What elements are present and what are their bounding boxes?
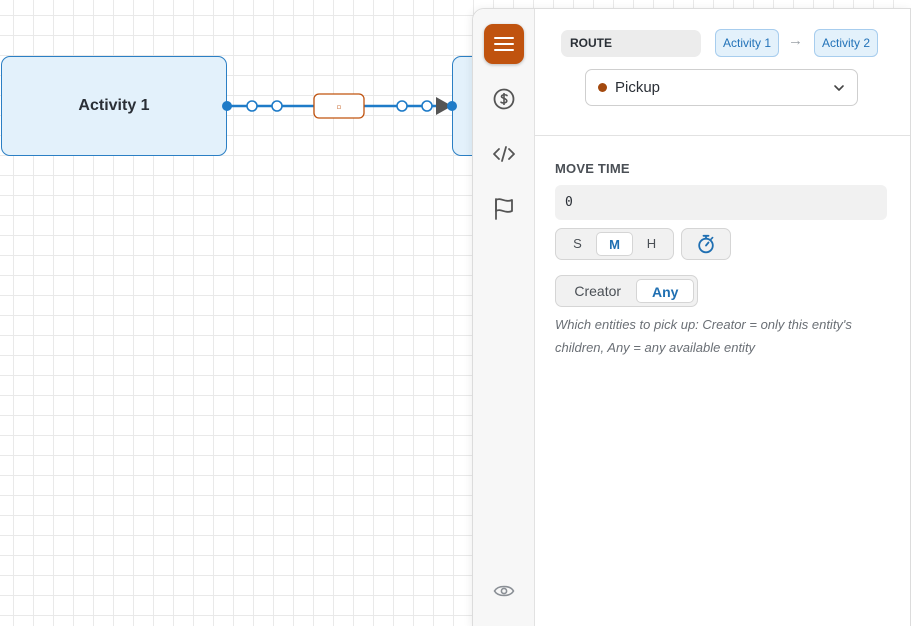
connector-end-handle	[447, 101, 457, 111]
scope-any-button[interactable]: Any	[636, 279, 694, 303]
code-icon	[493, 146, 515, 162]
pickup-dot-icon	[598, 83, 607, 92]
eye-icon	[493, 585, 515, 597]
unit-hours-button[interactable]: H	[633, 232, 670, 256]
rail-button-flag[interactable]	[484, 189, 524, 229]
time-unit-toggle: S M H	[555, 228, 674, 260]
list-icon	[494, 37, 514, 51]
properties-panel: ROUTE Activity 1 → Activity 2 Pickup MOV…	[472, 8, 911, 626]
scope-creator-button[interactable]: Creator	[559, 279, 636, 303]
connector-start-handle	[222, 101, 232, 111]
rail-button-visibility[interactable]	[484, 571, 524, 611]
waypoint-handle	[396, 100, 408, 112]
rail-button-cost[interactable]	[484, 79, 524, 119]
timer-button[interactable]	[681, 228, 731, 260]
route-type-value: Pickup	[615, 79, 661, 96]
route-type-label: ROUTE	[561, 30, 701, 57]
rail-button-code[interactable]	[484, 134, 524, 174]
waypoint-handle	[271, 100, 283, 112]
pickup-scope-toggle: Creator Any	[555, 275, 698, 307]
chevron-down-icon	[834, 85, 844, 91]
unit-minutes-button[interactable]: M	[596, 232, 633, 256]
flag-icon	[495, 198, 513, 220]
unit-seconds-button[interactable]: S	[559, 232, 596, 256]
connector-label: ▫	[337, 103, 342, 111]
dollar-icon	[493, 88, 515, 110]
route-from-chip[interactable]: Activity 1	[715, 29, 780, 57]
route-arrow-icon: →	[788, 32, 803, 49]
stopwatch-icon	[698, 234, 714, 254]
waypoint-handle	[421, 100, 433, 112]
route-to-chip[interactable]: Activity 2	[814, 29, 879, 57]
move-time-input[interactable]	[555, 185, 887, 220]
route-type-select[interactable]: Pickup	[585, 69, 858, 106]
route-header: ROUTE Activity 1 → Activity 2 Pickup	[535, 9, 910, 136]
pickup-scope-hint: Which entities to pick up: Creator = onl…	[555, 317, 852, 355]
move-time-title: MOVE TIME	[555, 161, 630, 176]
waypoint-handle	[246, 100, 258, 112]
rail-button-properties[interactable]	[484, 24, 524, 64]
panel-rail	[473, 9, 535, 626]
panel-content: ROUTE Activity 1 → Activity 2 Pickup MOV…	[535, 9, 910, 626]
